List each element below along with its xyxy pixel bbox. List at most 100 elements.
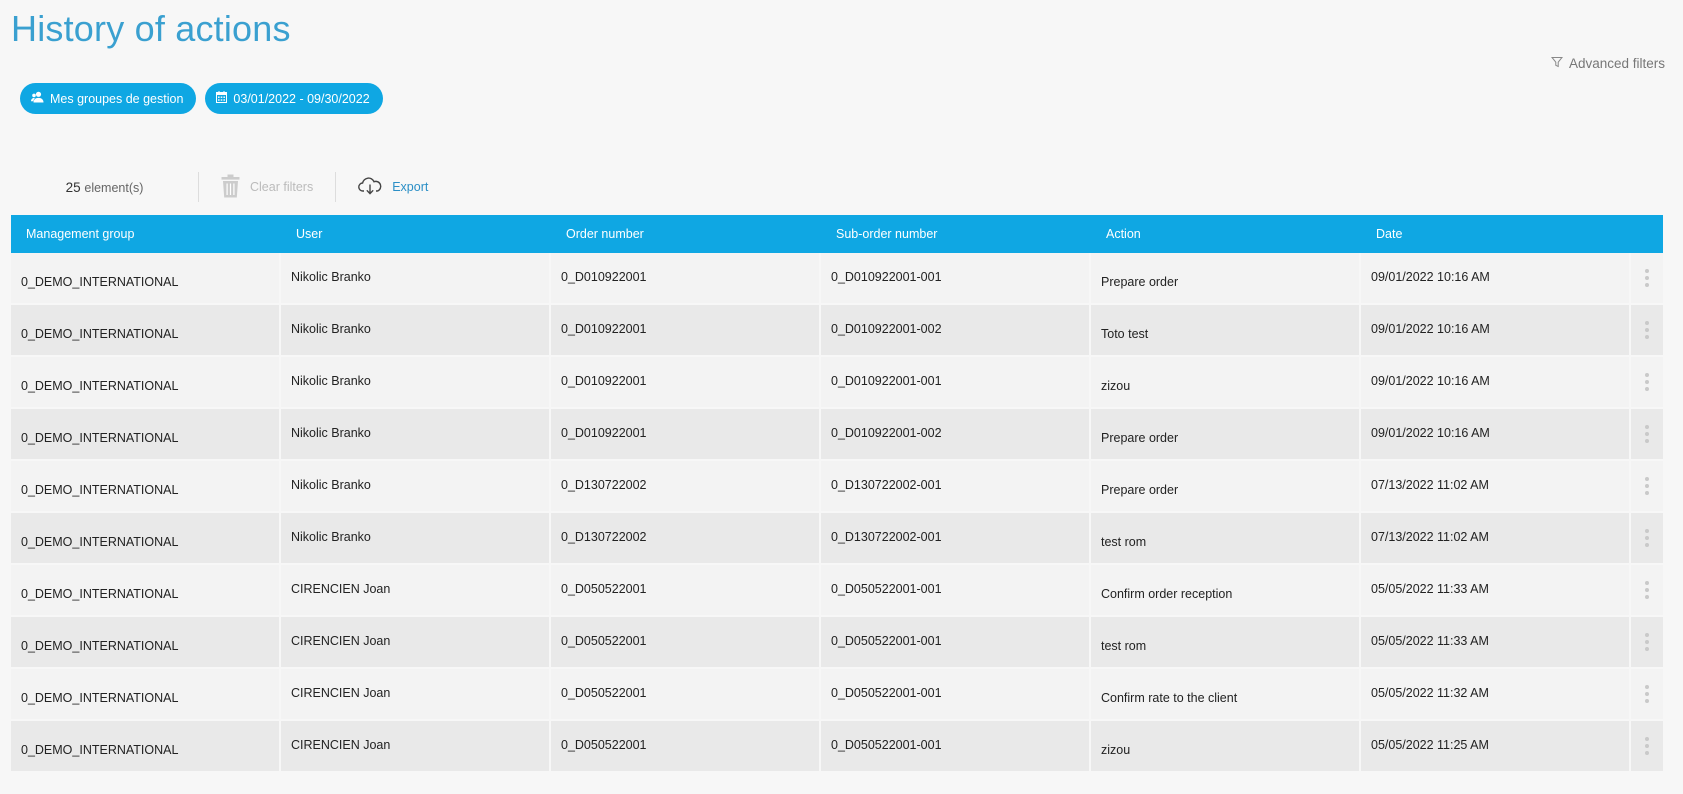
order-number-cell: 0_D050522001 <box>551 721 821 771</box>
action-cell: test rom <box>1091 513 1361 563</box>
table-row[interactable]: 0_DEMO_INTERNATIONAL CIRENCIEN Joan 0_D050… <box>11 721 1663 773</box>
row-menu-button[interactable] <box>1631 669 1663 719</box>
date-cell: 05/05/2022 11:33 AM <box>1361 617 1631 667</box>
history-table: Management group User Order number Sub-o… <box>11 215 1663 773</box>
user-cell: Nikolic Branko <box>281 253 551 303</box>
row-menu-button[interactable] <box>1631 409 1663 459</box>
table-row[interactable]: 0_DEMO_INTERNATIONAL Nikolic Branko 0_D010… <box>11 253 1663 305</box>
table-row[interactable]: 0_DEMO_INTERNATIONAL Nikolic Branko 0_D010… <box>11 409 1663 461</box>
user-cell: Nikolic Branko <box>281 461 551 511</box>
date-cell: 05/05/2022 11:25 AM <box>1361 721 1631 771</box>
date-cell: 09/01/2022 10:16 AM <box>1361 357 1631 407</box>
date-cell: 09/01/2022 10:16 AM <box>1361 253 1631 303</box>
trash-icon <box>221 174 240 201</box>
user-cell: Nikolic Branko <box>281 513 551 563</box>
sub-order-number-cell: 0_D010922001-001 <box>821 357 1091 407</box>
calendar-icon <box>216 91 228 106</box>
advanced-filters-button[interactable]: Advanced filters <box>1550 56 1665 71</box>
element-count-unit: element(s) <box>84 180 144 195</box>
date-cell: 07/13/2022 11:02 AM <box>1361 461 1631 511</box>
more-vertical-icon <box>1645 737 1649 755</box>
column-header-action[interactable]: Action <box>1091 227 1361 241</box>
row-menu-button[interactable] <box>1631 565 1663 615</box>
table-row[interactable]: 0_DEMO_INTERNATIONAL Nikolic Branko 0_D010… <box>11 305 1663 357</box>
sub-order-number-cell: 0_D050522001-001 <box>821 565 1091 615</box>
action-cell: Prepare order <box>1091 409 1361 459</box>
action-cell: Toto test <box>1091 305 1361 355</box>
management-group-cell: 0_DEMO_INTERNATIONAL <box>11 669 281 719</box>
export-label: Export <box>392 180 429 194</box>
date-cell: 05/05/2022 11:33 AM <box>1361 565 1631 615</box>
row-menu-button[interactable] <box>1631 513 1663 563</box>
more-vertical-icon <box>1645 529 1649 547</box>
table-row[interactable]: 0_DEMO_INTERNATIONAL Nikolic Branko 0_D010… <box>11 357 1663 409</box>
element-count: 25 element(s) <box>11 180 198 195</box>
more-vertical-icon <box>1645 685 1649 703</box>
sub-order-number-cell: 0_D130722002-001 <box>821 461 1091 511</box>
order-number-cell: 0_D130722002 <box>551 461 821 511</box>
table-row[interactable]: 0_DEMO_INTERNATIONAL CIRENCIEN Joan 0_D050… <box>11 565 1663 617</box>
more-vertical-icon <box>1645 477 1649 495</box>
row-menu-button[interactable] <box>1631 253 1663 303</box>
column-header-management-group[interactable]: Management group <box>11 227 281 241</box>
row-menu-button[interactable] <box>1631 357 1663 407</box>
sub-order-number-cell: 0_D010922001-001 <box>821 253 1091 303</box>
row-menu-button[interactable] <box>1631 461 1663 511</box>
date-cell: 09/01/2022 10:16 AM <box>1361 409 1631 459</box>
column-header-date[interactable]: Date <box>1361 227 1631 241</box>
action-cell: Confirm rate to the client <box>1091 669 1361 719</box>
management-group-cell: 0_DEMO_INTERNATIONAL <box>11 617 281 667</box>
user-cell: CIRENCIEN Joan <box>281 669 551 719</box>
action-cell: test rom <box>1091 617 1361 667</box>
management-group-cell: 0_DEMO_INTERNATIONAL <box>11 305 281 355</box>
user-cell: CIRENCIEN Joan <box>281 565 551 615</box>
order-number-cell: 0_D050522001 <box>551 617 821 667</box>
user-cell: Nikolic Branko <box>281 357 551 407</box>
column-header-order-number[interactable]: Order number <box>551 227 821 241</box>
order-number-cell: 0_D010922001 <box>551 409 821 459</box>
date-range-chip[interactable]: 03/01/2022 - 09/30/2022 <box>205 83 383 114</box>
action-cell: zizou <box>1091 357 1361 407</box>
row-menu-button[interactable] <box>1631 617 1663 667</box>
date-range-label: 03/01/2022 - 09/30/2022 <box>233 91 370 106</box>
action-cell: zizou <box>1091 721 1361 771</box>
table-toolbar: 25 element(s) Clear filters Export <box>11 171 450 203</box>
action-cell: Prepare order <box>1091 253 1361 303</box>
table-row[interactable]: 0_DEMO_INTERNATIONAL Nikolic Branko 0_D130… <box>11 513 1663 565</box>
export-button[interactable]: Export <box>336 176 450 198</box>
column-header-sub-order-number[interactable]: Sub-order number <box>821 227 1091 241</box>
sub-order-number-cell: 0_D130722002-001 <box>821 513 1091 563</box>
table-row[interactable]: 0_DEMO_INTERNATIONAL CIRENCIEN Joan 0_D050… <box>11 669 1663 721</box>
user-cell: Nikolic Branko <box>281 305 551 355</box>
order-number-cell: 0_D130722002 <box>551 513 821 563</box>
page-title: History of actions <box>11 8 291 49</box>
more-vertical-icon <box>1645 425 1649 443</box>
order-number-cell: 0_D010922001 <box>551 305 821 355</box>
more-vertical-icon <box>1645 633 1649 651</box>
clear-filters-label: Clear filters <box>250 180 314 194</box>
order-number-cell: 0_D010922001 <box>551 253 821 303</box>
management-group-cell: 0_DEMO_INTERNATIONAL <box>11 253 281 303</box>
management-groups-label: Mes groupes de gestion <box>50 91 184 106</box>
sub-order-number-cell: 0_D050522001-001 <box>821 721 1091 771</box>
order-number-cell: 0_D050522001 <box>551 565 821 615</box>
date-cell: 07/13/2022 11:02 AM <box>1361 513 1631 563</box>
action-cell: Confirm order reception <box>1091 565 1361 615</box>
more-vertical-icon <box>1645 373 1649 391</box>
row-menu-button[interactable] <box>1631 721 1663 771</box>
history-page: History of actions Advanced filters Mes … <box>0 0 1683 794</box>
advanced-filters-label: Advanced filters <box>1568 56 1665 71</box>
row-menu-button[interactable] <box>1631 305 1663 355</box>
user-cell: CIRENCIEN Joan <box>281 721 551 771</box>
clear-filters-button[interactable]: Clear filters <box>199 174 335 201</box>
user-cell: Nikolic Branko <box>281 409 551 459</box>
filter-chips: Mes groupes de gestion 03/01/2022 - 09/3… <box>20 83 383 114</box>
table-row[interactable]: 0_DEMO_INTERNATIONAL Nikolic Branko 0_D130… <box>11 461 1663 513</box>
sub-order-number-cell: 0_D050522001-001 <box>821 669 1091 719</box>
column-header-user[interactable]: User <box>281 227 551 241</box>
table-header: Management group User Order number Sub-o… <box>11 215 1663 253</box>
management-groups-chip[interactable]: Mes groupes de gestion <box>20 83 197 114</box>
table-row[interactable]: 0_DEMO_INTERNATIONAL CIRENCIEN Joan 0_D050… <box>11 617 1663 669</box>
date-cell: 09/01/2022 10:16 AM <box>1361 305 1631 355</box>
cloud-download-icon <box>358 176 382 198</box>
